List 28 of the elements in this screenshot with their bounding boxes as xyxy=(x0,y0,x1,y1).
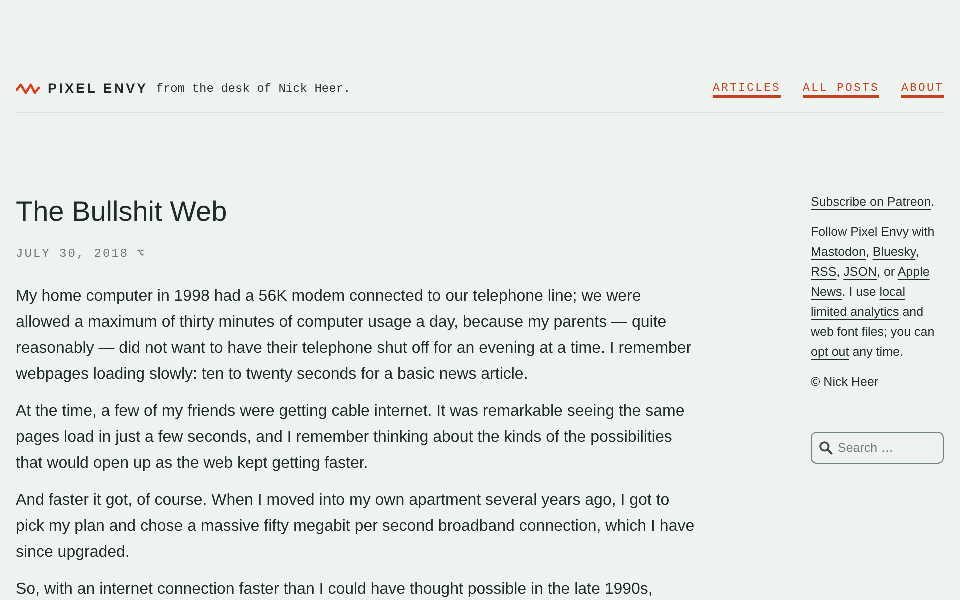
sidebar-link[interactable]: JSON xyxy=(844,265,877,279)
sidebar-link[interactable]: News xyxy=(811,285,842,299)
article-paragraph: My home computer in 1998 had a 56K modem connected to our telephone line; we were allowed a maximum of thirty minutes of computer usage a day, because my parents — quite reasonably — did not want to have their telephone shut off for an evening at a time. I remember webpages loading slowly: ten to twenty seconds for a basic news article. xyxy=(16,287,692,385)
article-paragraph: And faster it got, of course. When I moved into my own apartment several years ago, I got to pick my plan and chose a massive fifty megabit per second broadband connection, which I have since upgraded. xyxy=(16,491,695,563)
search-field[interactable]: Search … xyxy=(811,432,944,464)
search-icon xyxy=(819,441,833,455)
nav-link[interactable]: ARTICLES xyxy=(712,80,781,98)
sidebar-link[interactable]: Bluesky xyxy=(872,245,916,259)
sidebar-text: Subscribe on Patreon. xyxy=(811,194,935,211)
sidebar-text: Follow Pixel Envy with Mastodon, Bluesky, RSS, JSON, or Apple News. I use local limited analytics and web font files; you can opt out any time. xyxy=(811,224,935,361)
sidebar-link[interactable]: RSS xyxy=(811,265,837,279)
site-tagline: from the desk of Nick Heer. xyxy=(156,81,351,98)
article-title: The Bullshit Web xyxy=(16,195,228,229)
nav-link[interactable]: ALL POSTS xyxy=(802,80,880,98)
sidebar-link[interactable]: Apple xyxy=(898,265,930,279)
article-paragraph: At the time, a few of my friends were getting cable internet. It was remarkable seeing the same pages load in just a few seconds, and I remember thinking about the kinds of the possibilities that would open up as the web kept getting faster. xyxy=(16,402,685,474)
sidebar-link[interactable]: Mastodon xyxy=(811,245,866,259)
sidebar-link[interactable]: opt out xyxy=(811,345,850,359)
nav-link[interactable]: ABOUT xyxy=(901,80,944,98)
sidebar-link[interactable]: limited analytics xyxy=(811,305,900,319)
sidebar-text: © Nick Heer xyxy=(811,374,879,391)
sidebar-link[interactable]: local xyxy=(880,285,906,299)
article-date: JULY 30, 2018 xyxy=(16,246,130,263)
sidebar-link[interactable]: Subscribe on Patreon xyxy=(811,195,932,209)
zigzag-logo-icon xyxy=(16,83,40,95)
site-name[interactable]: PIXEL ENVY xyxy=(48,78,148,100)
permalink-link[interactable]: ⌥ xyxy=(137,245,146,263)
article-paragraph: So, with an internet connection faster than I could have thought possible in the late 1990s, xyxy=(16,580,653,600)
